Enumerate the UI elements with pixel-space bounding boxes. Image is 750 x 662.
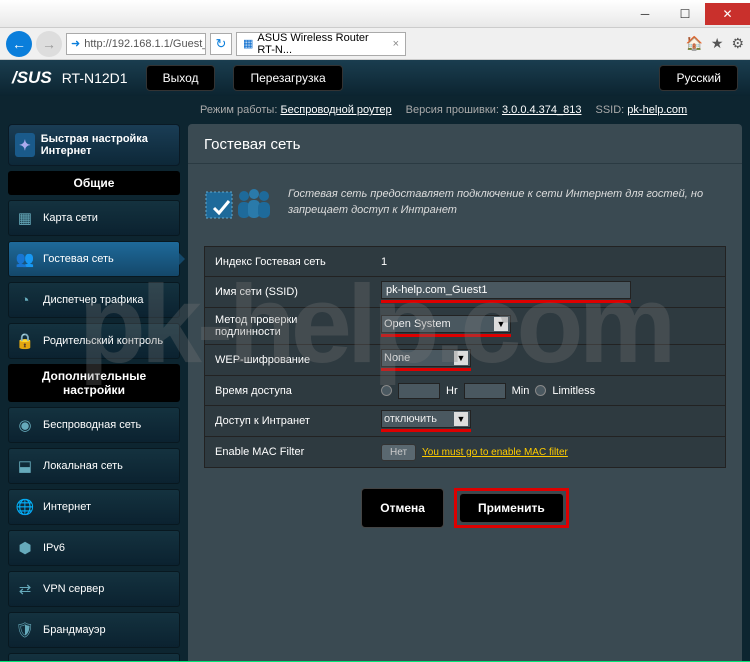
mac-filter-link[interactable]: You must go to enable MAC filter (422, 447, 568, 458)
chevron-down-icon: ▼ (454, 351, 468, 365)
index-value: 1 (373, 252, 725, 272)
tab-close-icon[interactable]: × (393, 38, 399, 50)
reboot-button[interactable]: Перезагрузка (233, 65, 342, 91)
limitless-radio[interactable] (535, 385, 546, 396)
browser-toolbar: ← → ➜http://192.168.1.1/Guest_netw ↻ ▦ A… (0, 28, 750, 60)
close-button[interactable]: ✕ (705, 3, 750, 25)
ssid-label: Имя сети (SSID) (205, 280, 373, 304)
intranet-select[interactable]: отключить▼ (381, 410, 471, 428)
wand-icon: ✦ (15, 133, 35, 157)
mode-link[interactable]: Беспроводной роутер (280, 104, 391, 116)
sidebar-item-firewall[interactable]: 🛡Брандмауэр (8, 612, 180, 648)
router-header: /SUS RT-N12D1 Выход Перезагрузка Русский (0, 60, 750, 96)
sidebar-item-parental[interactable]: 🔒Родительский контроль (8, 323, 180, 359)
window-titlebar: ─ ☐ ✕ (0, 0, 750, 28)
sidebar-item-ipv6[interactable]: ⬢IPv6 (8, 530, 180, 566)
auth-label: Метод проверки подлинности (205, 308, 373, 344)
lan-icon: ⬓ (15, 456, 35, 476)
vpn-icon: ⇄ (15, 579, 35, 599)
sidebar-advanced-header: Дополнительные настройки (8, 364, 180, 402)
lock-icon: 🔒 (15, 331, 35, 351)
guest-icon (204, 178, 274, 226)
main-panel: Гостевая сеть Гостевая сеть предоставляе… (188, 124, 742, 661)
map-icon: ▦ (15, 208, 35, 228)
sidebar-item-traffic[interactable]: ◔Диспетчер трафика (8, 282, 180, 318)
cancel-button[interactable]: Отмена (361, 488, 444, 528)
globe-icon: 🌐 (15, 497, 35, 517)
status-line: Режим работы: Беспроводной роутер Версия… (0, 96, 750, 124)
back-button[interactable]: ← (6, 31, 32, 57)
time-label: Время доступа (205, 379, 373, 403)
sidebar-general-header: Общие (8, 171, 180, 195)
sidebar-item-wireless[interactable]: ◉Беспроводная сеть (8, 407, 180, 443)
intro-text: Гостевая сеть предоставляет подключение … (288, 186, 726, 219)
sidebar-item-network-map[interactable]: ▦Карта сети (8, 200, 180, 236)
settings-table: Индекс Гостевая сеть 1 Имя сети (SSID) М… (204, 246, 726, 468)
shield-icon: 🛡 (15, 620, 35, 640)
ssid-link[interactable]: pk-help.com (627, 104, 687, 116)
url-input[interactable]: ➜http://192.168.1.1/Guest_netw (66, 33, 206, 55)
intro-block: Гостевая сеть предоставляет подключение … (188, 164, 742, 240)
meter-icon: ◔ (15, 290, 35, 310)
browser-tab[interactable]: ▦ ASUS Wireless Router RT-N... × (236, 32, 406, 56)
apply-button[interactable]: Применить (459, 493, 564, 523)
forward-button[interactable]: → (36, 31, 62, 57)
wep-select[interactable]: None▼ (381, 349, 471, 367)
chevron-down-icon: ▼ (494, 317, 508, 331)
asus-logo: /SUS (12, 68, 52, 88)
router-page: /SUS RT-N12D1 Выход Перезагрузка Русский… (0, 60, 750, 661)
tools-icon[interactable]: ⚙ (731, 35, 744, 52)
index-label: Индекс Гостевая сеть (205, 250, 373, 274)
sidebar-item-guest-network[interactable]: 👥Гостевая сеть (8, 241, 180, 277)
ssid-input[interactable] (381, 281, 631, 299)
button-row: Отмена Применить (188, 474, 742, 542)
logout-button[interactable]: Выход (146, 65, 216, 91)
chevron-down-icon: ▼ (454, 412, 468, 426)
page-title: Гостевая сеть (188, 124, 742, 164)
wifi-icon: ◉ (15, 415, 35, 435)
auth-select[interactable]: Open System▼ (381, 315, 511, 333)
quick-setup-button[interactable]: ✦ Быстрая настройка Интернет (8, 124, 180, 166)
favorites-icon[interactable]: ★ (711, 35, 724, 52)
sidebar-item-admin[interactable]: ⚙Администри-рование (8, 653, 180, 661)
ipv6-icon: ⬢ (15, 538, 35, 558)
language-button[interactable]: Русский (659, 65, 738, 91)
time-radio[interactable] (381, 385, 392, 396)
sidebar-item-wan[interactable]: 🌐Интернет (8, 489, 180, 525)
minimize-button[interactable]: ─ (625, 3, 665, 25)
sidebar: ✦ Быстрая настройка Интернет Общие ▦Карт… (8, 124, 180, 661)
model-label: RT-N12D1 (62, 70, 128, 86)
intranet-label: Доступ к Интранет (205, 409, 373, 433)
firmware-link[interactable]: 3.0.0.4.374_813 (502, 104, 582, 116)
hours-input[interactable] (398, 383, 440, 399)
home-icon[interactable]: 🏠 (685, 35, 702, 52)
wep-label: WEP-шифрование (205, 348, 373, 372)
mac-value: Нет (381, 444, 416, 461)
sidebar-item-vpn[interactable]: ⇄VPN сервер (8, 571, 180, 607)
mac-label: Enable MAC Filter (205, 440, 373, 464)
refresh-button[interactable]: ↻ (210, 33, 232, 55)
sidebar-item-lan[interactable]: ⬓Локальная сеть (8, 448, 180, 484)
minutes-input[interactable] (464, 383, 506, 399)
maximize-button[interactable]: ☐ (665, 3, 705, 25)
users-icon: 👥 (15, 249, 35, 269)
